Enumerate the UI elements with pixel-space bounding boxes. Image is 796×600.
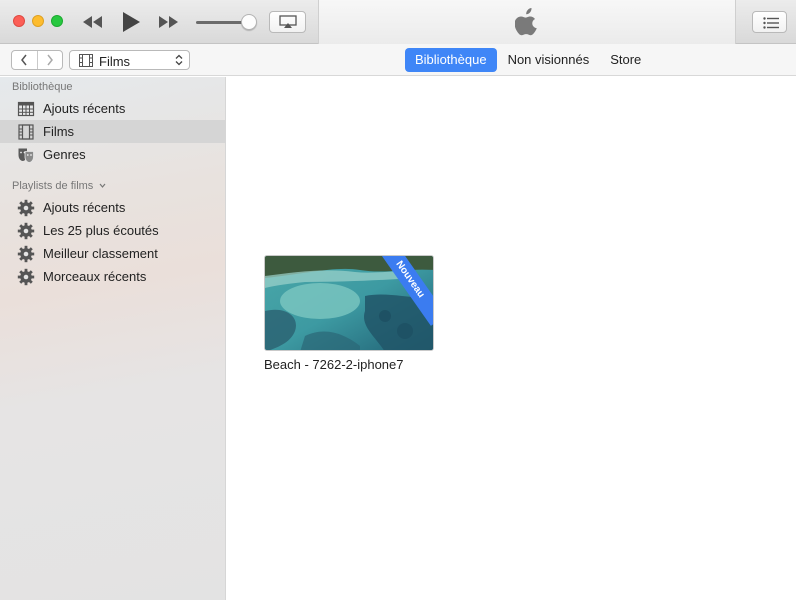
airplay-button[interactable] [269,11,306,33]
navigation-bar: Films Bibliothèque Non visionnés Store [0,44,796,76]
chevron-right-icon [47,54,53,66]
playlist-item-top-rated[interactable]: Meilleur classement [0,242,226,265]
tab-store[interactable]: Store [600,48,651,72]
gear-icon [17,199,35,217]
movie-tile[interactable]: Nouveau Beach - 7262-2-iphone7 [264,255,435,372]
close-window-button[interactable] [13,15,25,27]
tab-library[interactable]: Bibliothèque [405,48,497,72]
fast-forward-button[interactable] [156,13,180,31]
view-tabs: Bibliothèque Non visionnés Store [405,48,651,72]
film-icon [79,54,93,67]
sidebar: Bibliothèque Ajouts récents Films Genres… [0,77,226,600]
sidebar-item-genres[interactable]: Genres [0,143,226,166]
playlists-section-title[interactable]: Playlists de films [12,180,106,192]
history-buttons [11,50,63,70]
theater-masks-icon [18,148,34,163]
airplay-icon [279,15,297,28]
rewind-icon [83,16,102,28]
forward-button[interactable] [36,51,63,69]
sidebar-item-label: Films [43,124,75,139]
media-kind-select[interactable]: Films [69,50,190,70]
gear-icon [17,245,35,263]
library-content: Nouveau Beach - 7262-2-iphone7 [227,77,796,600]
playlist-item-label: Les 25 plus écoutés [43,223,159,238]
up-next-list-button[interactable] [752,11,787,33]
rewind-button[interactable] [81,13,105,31]
movie-title[interactable]: Beach - 7262-2-iphone7 [264,357,435,372]
playlist-item-top-25[interactable]: Les 25 plus écoutés [0,219,226,242]
chevron-down-icon [99,183,106,188]
back-button[interactable] [12,51,37,69]
title-bar [0,0,796,44]
list-icon [763,17,779,29]
fast-forward-icon [159,16,178,28]
playlist-item-label: Morceaux récents [43,269,147,284]
playlists-section-label: Playlists de films [12,180,94,192]
playlist-item-label: Ajouts récents [43,200,126,215]
playlist-item-label: Meilleur classement [43,246,158,261]
film-icon [18,124,34,140]
gear-icon [17,268,35,286]
sidebar-item-label: Genres [43,147,86,162]
minimize-window-button[interactable] [32,15,44,27]
movie-artwork[interactable]: Nouveau [264,255,434,351]
chevron-left-icon [21,54,27,66]
media-kind-label: Films [99,54,131,69]
play-button[interactable] [120,10,142,34]
library-section-title: Bibliothèque [12,81,73,93]
apple-logo [515,8,537,36]
volume-slider[interactable] [196,14,258,30]
sidebar-item-recently-added[interactable]: Ajouts récents [0,97,226,120]
sidebar-item-films[interactable]: Films [0,120,226,143]
chevron-up-down-icon [175,54,183,66]
play-icon [123,12,140,32]
playlist-item-recent-tracks[interactable]: Morceaux récents [0,265,226,288]
volume-knob[interactable] [241,14,257,30]
grid-calendar-icon [17,101,35,117]
sidebar-item-label: Ajouts récents [43,101,126,116]
status-display [318,0,736,44]
gear-icon [17,222,35,240]
tab-unwatched[interactable]: Non visionnés [498,48,600,72]
playlist-item-recently-added[interactable]: Ajouts récents [0,196,226,219]
zoom-window-button[interactable] [51,15,63,27]
